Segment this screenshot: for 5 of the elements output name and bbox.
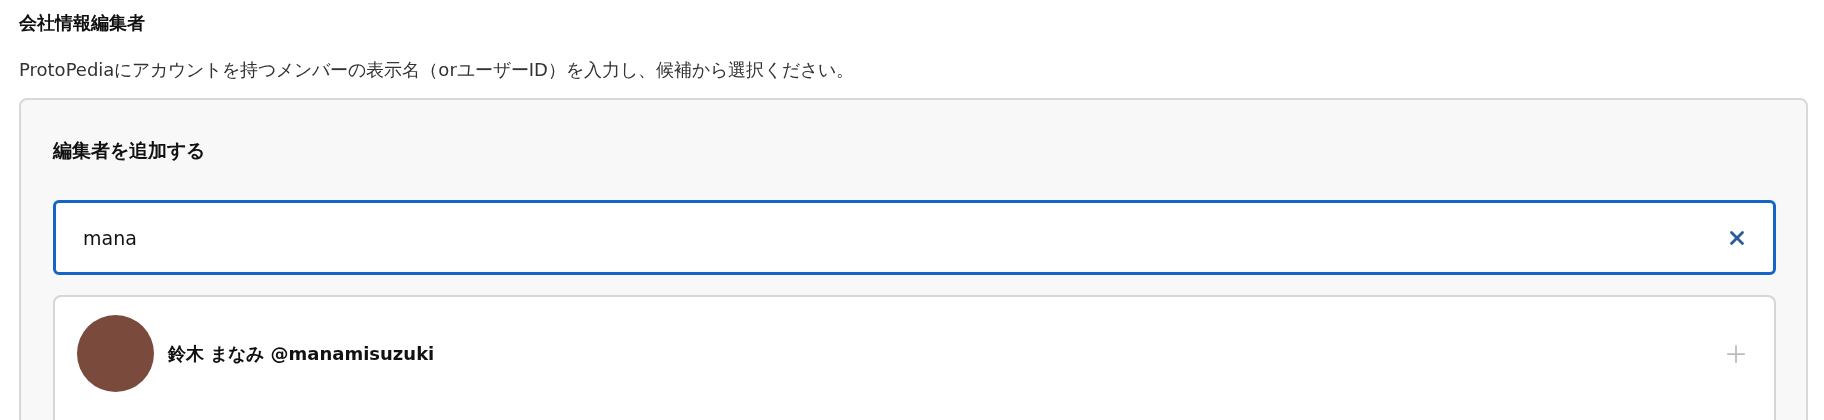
- section-title: 会社情報編集者: [19, 11, 146, 35]
- section-description: ProtoPediaにアカウントを持つメンバーの表示名（orユーザーID）を入力し、候補から選択ください。: [19, 58, 855, 82]
- user-name[interactable]: 鈴木 まなみ @manamisuzuki: [168, 341, 1708, 366]
- panel-title: 編集者を追加する: [53, 138, 206, 163]
- search-field[interactable]: mana: [53, 200, 1776, 275]
